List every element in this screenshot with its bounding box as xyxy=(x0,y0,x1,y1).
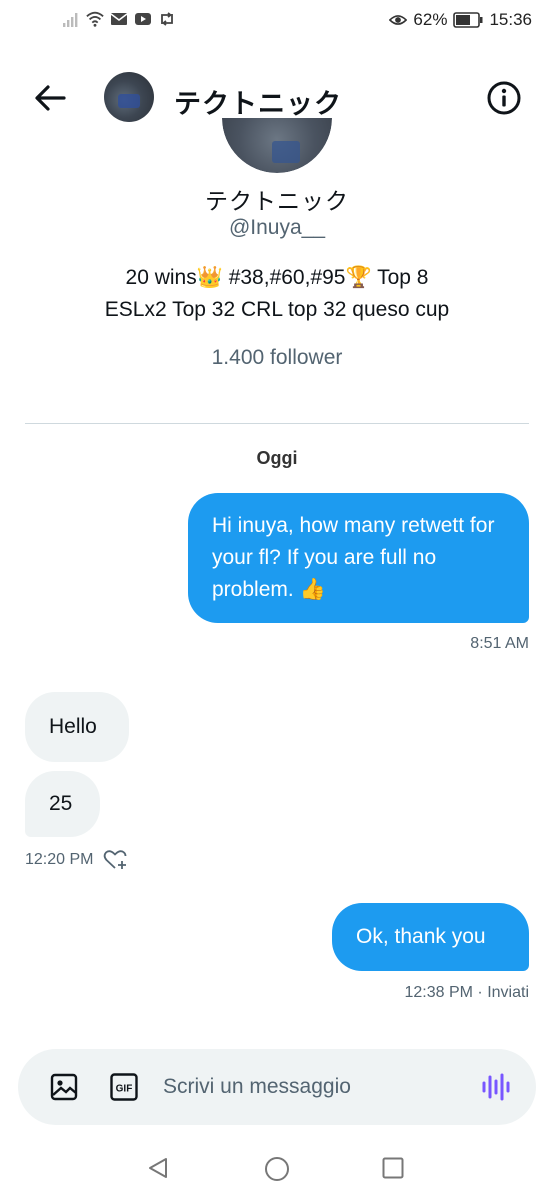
status-bar: 62% 15:36 xyxy=(0,0,554,44)
message-bubble-outgoing[interactable]: Ok, thank you xyxy=(332,903,529,971)
image-icon[interactable] xyxy=(50,1073,78,1101)
profile-bio: 20 wins👑 #38,#60,#95🏆 Top 8 ESLx2 Top 32… xyxy=(40,262,514,326)
profile-bio-line: ESLx2 Top 32 CRL top 32 queso cup xyxy=(104,298,450,321)
nav-back-icon[interactable] xyxy=(146,1156,170,1180)
message-timestamp: 12:38 PM · Inviati xyxy=(404,984,530,1001)
profile-avatar[interactable] xyxy=(222,118,332,173)
battery-icon xyxy=(453,12,483,28)
gif-icon[interactable]: GIF xyxy=(110,1073,138,1101)
message-composer[interactable]: GIF Scrivi un messaggio xyxy=(18,1049,536,1125)
voice-message-icon[interactable] xyxy=(480,1071,512,1103)
profile-name: テクトニック xyxy=(205,188,349,214)
message-input[interactable]: Scrivi un messaggio xyxy=(163,1075,351,1099)
youtube-icon xyxy=(135,13,151,25)
status-icons-right: 62% 15:36 xyxy=(389,10,532,30)
mail-icon xyxy=(110,13,128,25)
nav-home-icon[interactable] xyxy=(264,1156,290,1182)
message-meta: 12:20 PM xyxy=(25,848,129,872)
eye-icon xyxy=(389,15,408,25)
message-timestamp: 8:51 AM xyxy=(470,635,529,652)
profile-followers[interactable]: 1.400 follower xyxy=(0,346,554,370)
info-icon[interactable] xyxy=(486,80,522,116)
wifi-icon xyxy=(86,11,104,27)
clock: 15:36 xyxy=(489,10,532,29)
message-bubble-incoming[interactable]: Hello xyxy=(25,692,129,762)
message-bubble-incoming[interactable]: 25 xyxy=(25,771,100,837)
message-bubble-outgoing[interactable]: Hi inuya, how many retwett for your fl? … xyxy=(188,493,529,623)
divider xyxy=(25,423,529,424)
message-timestamp: 12:20 PM xyxy=(25,851,94,868)
profile-handle: @Inuya__ xyxy=(228,216,326,239)
profile-bio-line: 20 wins👑 #38,#60,#95🏆 Top 8 xyxy=(125,266,429,289)
day-separator: Oggi xyxy=(256,448,298,468)
system-navigation-bar xyxy=(0,1140,554,1200)
status-icons-left xyxy=(62,10,176,28)
nav-recent-apps-icon[interactable] xyxy=(382,1157,404,1179)
avatar[interactable] xyxy=(104,72,154,122)
heart-plus-icon[interactable] xyxy=(103,848,129,872)
signal-icon xyxy=(63,13,78,27)
retweet-icon xyxy=(161,12,173,26)
gif-label: GIF xyxy=(116,1084,133,1095)
back-arrow-icon[interactable] xyxy=(30,78,70,118)
battery-percent: 62% xyxy=(413,10,448,29)
header-title[interactable]: テクトニック xyxy=(174,82,342,121)
